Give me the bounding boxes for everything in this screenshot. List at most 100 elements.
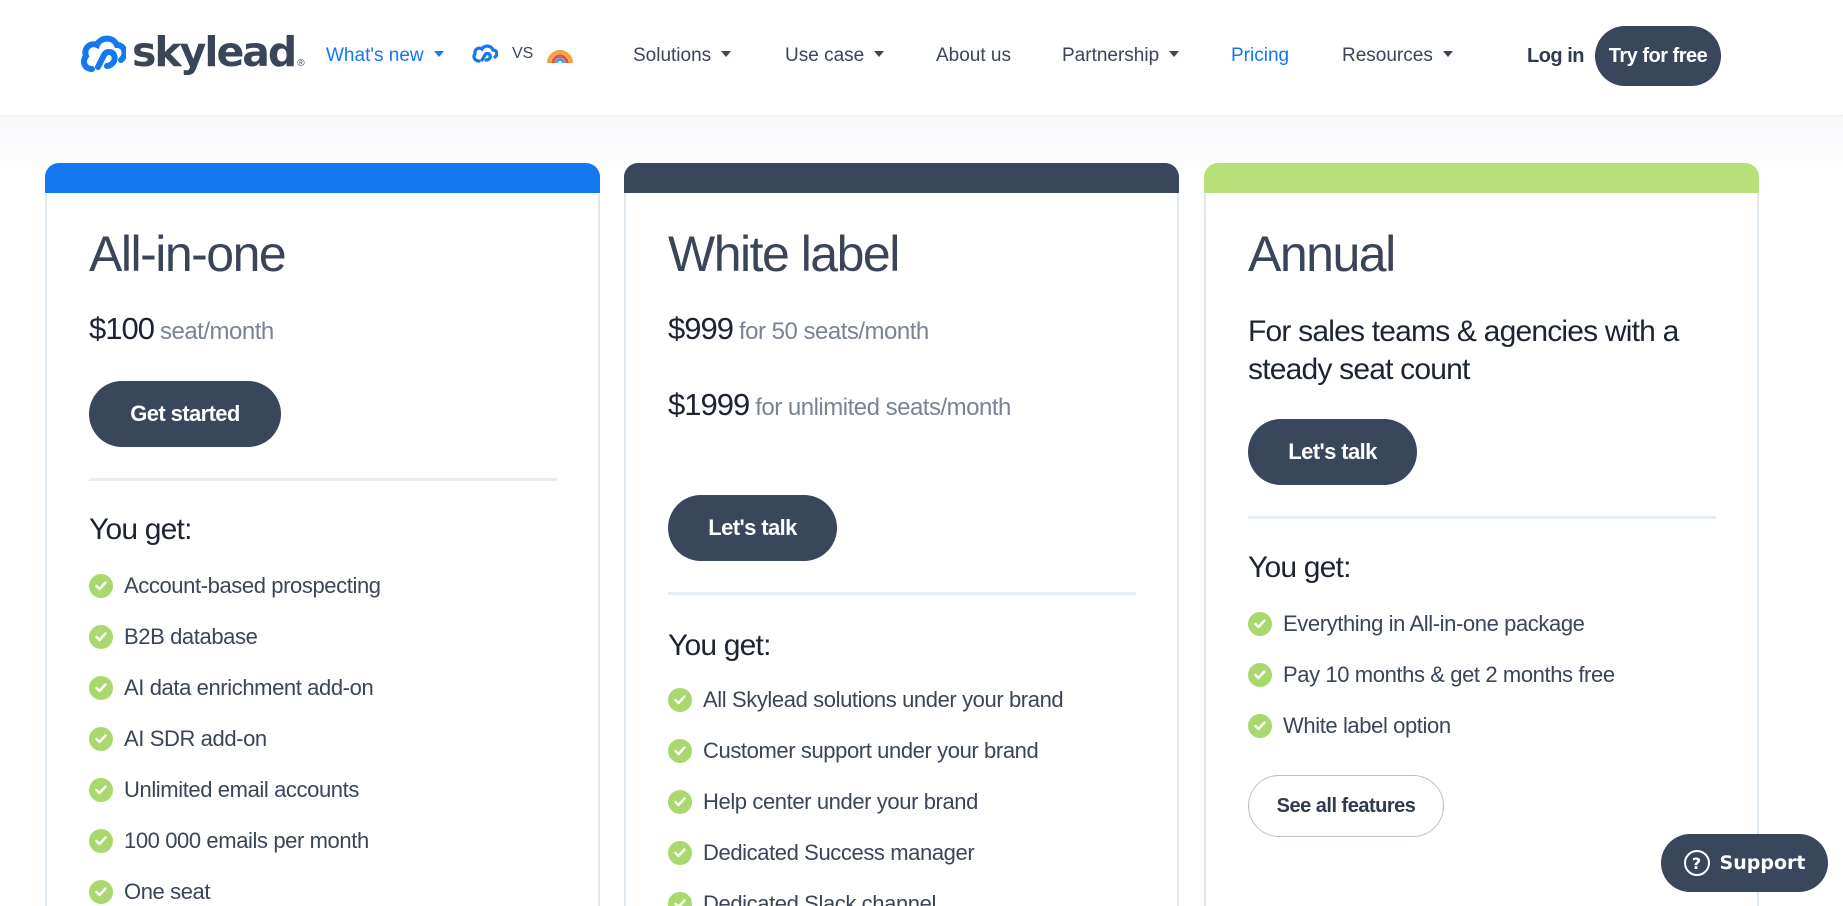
nav-about-us-label: About us bbox=[936, 45, 1011, 66]
nav-resources-label: Resources bbox=[1342, 45, 1433, 66]
feature-text: Account-based prospecting bbox=[124, 572, 381, 598]
feature-item: Unlimited email accounts bbox=[89, 764, 381, 815]
feature-text: AI data enrichment add-on bbox=[124, 674, 374, 700]
check-icon bbox=[89, 879, 113, 904]
plan-price: $100 seat/month bbox=[89, 311, 274, 347]
feature-item: Account-based prospecting bbox=[89, 560, 381, 611]
nav-use-case[interactable]: Use case bbox=[785, 0, 885, 112]
feature-text: Unlimited email accounts bbox=[124, 776, 359, 802]
nav-partnership-label: Partnership bbox=[1062, 45, 1160, 66]
divider bbox=[668, 592, 1136, 595]
lets-talk-button[interactable]: Let's talk bbox=[1248, 419, 1417, 485]
competitor-rainbow-icon bbox=[547, 50, 574, 64]
plan-color-bar bbox=[45, 163, 600, 193]
feature-list: All Skylead solutions under your brand C… bbox=[668, 674, 1064, 906]
plan-card-annual: Annual For sales teams & agencies with a… bbox=[1204, 163, 1759, 906]
support-button[interactable]: ? Support bbox=[1661, 834, 1828, 892]
chevron-down-icon bbox=[433, 51, 444, 57]
vs-label: VS bbox=[512, 45, 534, 62]
plan-subtitle: For sales teams & agencies with a steady… bbox=[1248, 315, 1679, 386]
nav-whats-new[interactable]: What's new bbox=[326, 0, 444, 112]
nav-resources[interactable]: Resources bbox=[1342, 0, 1453, 112]
nav-pricing-label: Pricing bbox=[1231, 45, 1290, 66]
site-header: skylead ® What's new VS Solutions Use ca… bbox=[0, 0, 1843, 116]
check-icon bbox=[1248, 713, 1272, 738]
feature-item: B2B database bbox=[89, 611, 381, 662]
question-icon: ? bbox=[1683, 850, 1710, 876]
see-all-features-button[interactable]: See all features bbox=[1248, 775, 1444, 837]
feature-item: 100 000 emails per month bbox=[89, 815, 381, 866]
check-icon bbox=[668, 891, 692, 906]
feature-text: One seat bbox=[124, 878, 211, 904]
feature-item: All Skylead solutions under your brand bbox=[668, 674, 1064, 725]
check-icon bbox=[668, 840, 692, 865]
you-get-heading: You get: bbox=[668, 629, 771, 662]
divider bbox=[89, 478, 557, 481]
feature-item: Help center under your brand bbox=[668, 776, 1063, 827]
lets-talk-button[interactable]: Let's talk bbox=[668, 495, 837, 561]
plan-title: All-in-one bbox=[89, 226, 287, 282]
plan-card-white-label: White label $999 for 50 seats/month $1999… bbox=[624, 163, 1179, 906]
feature-item: Everything in All-in-one package bbox=[1248, 598, 1615, 649]
price-amount: $1999 bbox=[668, 387, 750, 422]
feature-item: Pay 10 months & get 2 months free bbox=[1248, 649, 1615, 700]
check-icon bbox=[1248, 662, 1272, 687]
logo-wordmark: skylead bbox=[132, 28, 297, 76]
plan-price-50-seats: $999 for 50 seats/month bbox=[668, 311, 929, 347]
check-icon bbox=[668, 687, 692, 712]
check-icon bbox=[1248, 611, 1272, 636]
check-icon bbox=[89, 573, 113, 598]
try-for-free-button[interactable]: Try for free bbox=[1595, 26, 1721, 86]
feature-text: Pay 10 months & get 2 months free bbox=[1283, 661, 1615, 687]
cloud-logo-icon bbox=[81, 35, 126, 72]
check-icon bbox=[89, 726, 113, 751]
price-amount: $100 bbox=[89, 311, 155, 346]
feature-item: Dedicated Success manager bbox=[668, 827, 1063, 878]
price-unit: seat/month bbox=[159, 318, 274, 345]
feature-text: Help center under your brand bbox=[703, 788, 978, 814]
feature-text: 100 000 emails per month bbox=[124, 827, 369, 853]
feature-text: Dedicated Success manager bbox=[703, 839, 975, 865]
check-icon bbox=[89, 828, 113, 853]
check-icon bbox=[668, 738, 692, 763]
chevron-down-icon bbox=[1442, 51, 1453, 57]
check-icon bbox=[668, 789, 692, 814]
nav-use-case-label: Use case bbox=[785, 45, 865, 66]
plan-color-bar bbox=[624, 163, 1179, 193]
chevron-down-icon bbox=[874, 51, 885, 57]
feature-text: B2B database bbox=[124, 623, 258, 649]
nav-about-us[interactable]: About us bbox=[936, 0, 1011, 112]
get-started-button[interactable]: Get started bbox=[89, 381, 281, 447]
plan-card-all-in-one: All-in-one $100 seat/month Get started Yo… bbox=[45, 163, 600, 906]
feature-item: AI SDR add-on bbox=[89, 713, 381, 764]
support-label: Support bbox=[1719, 852, 1806, 874]
feature-text: White label option bbox=[1283, 712, 1451, 738]
feature-item: Customer support under your brand bbox=[668, 725, 1063, 776]
price-unit: for 50 seats/month bbox=[738, 318, 929, 345]
feature-text: Customer support under your brand bbox=[703, 737, 1039, 763]
plan-price-unlimited-seats: $1999 for unlimited seats/month bbox=[668, 387, 1011, 423]
feature-item: AI data enrichment add-on bbox=[89, 662, 381, 713]
skylead-logo[interactable]: skylead ® bbox=[80, 32, 305, 73]
feature-list: Everything in All-in-one package Pay 10 … bbox=[1248, 598, 1615, 751]
nav-solutions[interactable]: Solutions bbox=[633, 0, 732, 112]
feature-item: One seat bbox=[89, 866, 381, 906]
chevron-down-icon bbox=[1169, 51, 1180, 57]
feature-item: Dedicated Slack channel bbox=[668, 878, 1063, 906]
price-amount: $999 bbox=[668, 311, 734, 346]
feature-text: Dedicated Slack channel bbox=[703, 890, 936, 906]
registered-mark: ® bbox=[297, 58, 305, 69]
login-link[interactable]: Log in bbox=[1527, 0, 1584, 112]
nav-partnership[interactable]: Partnership bbox=[1062, 0, 1180, 112]
check-icon bbox=[89, 675, 113, 700]
plan-color-bar bbox=[1204, 163, 1759, 193]
you-get-heading: You get: bbox=[1248, 551, 1351, 584]
feature-list: Account-based prospecting B2B database A… bbox=[89, 560, 381, 906]
nav-pricing[interactable]: Pricing bbox=[1231, 0, 1289, 112]
skylead-mini-icon bbox=[472, 44, 498, 63]
feature-text: AI SDR add-on bbox=[124, 725, 267, 751]
plan-title: White label bbox=[668, 226, 900, 282]
check-icon bbox=[89, 624, 113, 649]
vs-comparison-link[interactable]: VS bbox=[472, 44, 574, 64]
feature-item: White label option bbox=[1248, 700, 1615, 751]
